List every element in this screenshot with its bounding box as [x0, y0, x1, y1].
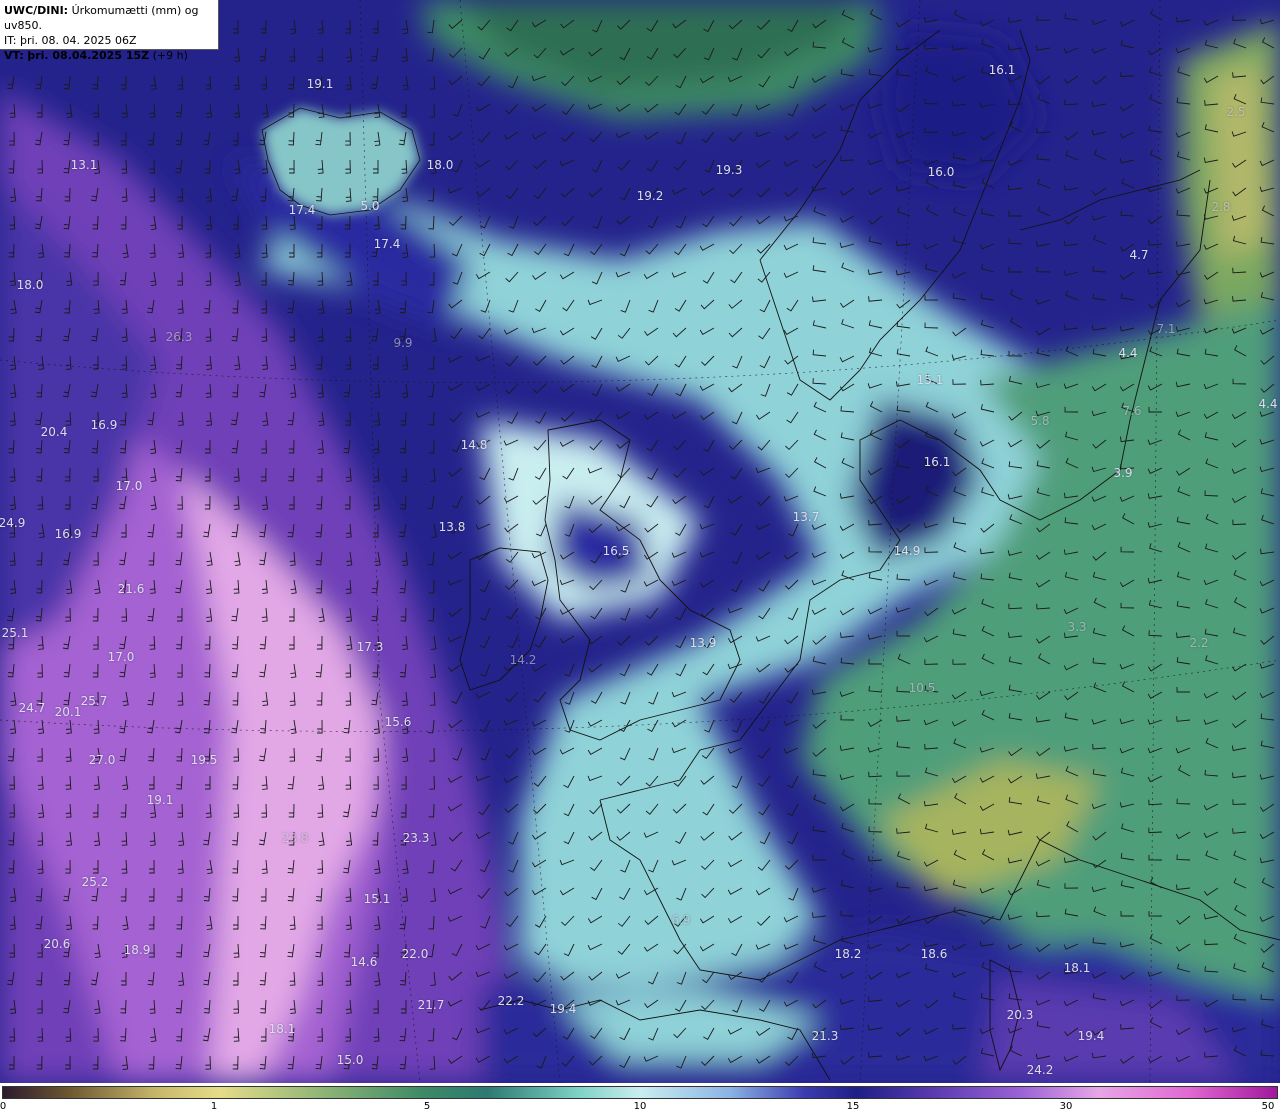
- colorbar-tick: 1: [210, 1101, 218, 1112]
- colorbar-tick: 15: [846, 1101, 860, 1112]
- value-label: 26.3: [165, 330, 193, 344]
- value-label: 6.9: [671, 913, 691, 927]
- lead-time: (+9 h): [152, 49, 188, 62]
- colorbar-tick: 0: [0, 1101, 7, 1112]
- value-label: 22.2: [497, 994, 525, 1008]
- value-label: 18.6: [920, 947, 948, 961]
- value-label: 5.0: [360, 199, 380, 213]
- value-label: 15.1: [363, 892, 391, 906]
- value-label: 25.7: [80, 694, 108, 708]
- value-label: 15.0: [336, 1053, 364, 1067]
- colorbar-tick: 30: [1059, 1101, 1073, 1112]
- value-label: 15.6: [384, 715, 412, 729]
- value-label: 20.4: [40, 425, 68, 439]
- value-label: 19.1: [306, 77, 334, 91]
- value-label: 4.7: [1129, 248, 1149, 262]
- value-label: 19.4: [1077, 1029, 1105, 1043]
- value-label: 18.2: [834, 947, 862, 961]
- valid-label: VT:: [4, 49, 24, 62]
- colorbar-tick: 5: [423, 1101, 431, 1112]
- value-label: 17.4: [288, 203, 316, 217]
- value-label: 21.6: [117, 582, 145, 596]
- colorbar-tick: 10: [633, 1101, 647, 1112]
- valid-time: þri. 08.04.2025 15Z: [27, 49, 150, 62]
- value-label: 20.1: [54, 705, 82, 719]
- value-label: 17.0: [115, 479, 143, 493]
- value-label: 7.1: [1156, 322, 1176, 336]
- value-label: 16.9: [90, 418, 118, 432]
- map-title-box: UWC/DINI: Úrkomumætti (mm) og uv850. IT:…: [0, 0, 219, 62]
- value-label: 19.5: [190, 753, 218, 767]
- colorbar-tick: 50: [1261, 1101, 1275, 1112]
- value-label: 21.3: [811, 1029, 839, 1043]
- value-label: 20.6: [43, 937, 71, 951]
- value-label: 17.3: [356, 640, 384, 654]
- init-time: IT: þri. 08. 04. 2025 06Z: [4, 34, 137, 47]
- value-label: 23.3: [402, 831, 430, 845]
- value-label: 16.0: [927, 165, 955, 179]
- value-label: 3.3: [1067, 620, 1087, 634]
- value-label: 15.1: [916, 373, 944, 387]
- value-label: 25.1: [1, 626, 29, 640]
- value-label: 19.4: [549, 1002, 577, 1016]
- value-label: 7.6: [1122, 404, 1142, 418]
- value-label: 2.5: [1226, 105, 1246, 119]
- value-label: 24.7: [18, 701, 46, 715]
- value-label: 20.3: [1006, 1008, 1034, 1022]
- value-label: 22.0: [401, 947, 429, 961]
- value-label: 14.8: [460, 438, 488, 452]
- value-label: 16.5: [602, 544, 630, 558]
- value-label: 24.2: [1026, 1063, 1054, 1077]
- value-label: 13.9: [689, 636, 717, 650]
- value-label: 2.8: [1211, 200, 1231, 214]
- value-label: 16.1: [923, 455, 951, 469]
- value-label: 5.8: [1030, 414, 1050, 428]
- value-label: 17.0: [107, 650, 135, 664]
- value-label: 18.9: [123, 943, 151, 957]
- value-label: 21.7: [417, 998, 445, 1012]
- value-label: 10.5: [908, 681, 936, 695]
- value-label: 16.1: [988, 63, 1016, 77]
- value-label: 19.1: [146, 793, 174, 807]
- value-label: 18.0: [16, 278, 44, 292]
- value-label: 13.7: [792, 510, 820, 524]
- model-name: UWC/DINI:: [4, 4, 69, 17]
- value-label: 13.1: [70, 158, 98, 172]
- value-label: 23.8: [281, 831, 309, 845]
- value-label: 18.1: [1063, 961, 1091, 975]
- value-label: 18.0: [426, 158, 454, 172]
- value-label: 27.0: [88, 753, 116, 767]
- precipitable-water-field: [0, 0, 1280, 1083]
- colorbar-legend: 0 1 5 10 15 30 50: [0, 1083, 1280, 1115]
- value-label: 14.2: [509, 653, 537, 667]
- value-label: 3.9: [1113, 466, 1133, 480]
- value-label: 19.3: [715, 163, 743, 177]
- value-label: 18.1: [268, 1022, 296, 1036]
- value-label: 13.8: [438, 520, 466, 534]
- colorbar: [2, 1086, 1278, 1099]
- value-label: 25.2: [81, 875, 109, 889]
- value-label: 14.6: [350, 955, 378, 969]
- value-label: 14.9: [893, 544, 921, 558]
- value-label: 24.9: [0, 516, 26, 530]
- value-label: 16.9: [54, 527, 82, 541]
- value-label: 4.4: [1258, 397, 1278, 411]
- value-label: 17.4: [373, 237, 401, 251]
- weather-map: 19.1 13.1 18.0 17.4 5.0 17.4 18.0 19.3 19.2 16.1 1…: [0, 0, 1280, 1083]
- value-label: 19.2: [636, 189, 664, 203]
- value-label: 4.4: [1118, 346, 1138, 360]
- value-label: 2.2: [1189, 636, 1209, 650]
- value-label: 9.9: [393, 336, 413, 350]
